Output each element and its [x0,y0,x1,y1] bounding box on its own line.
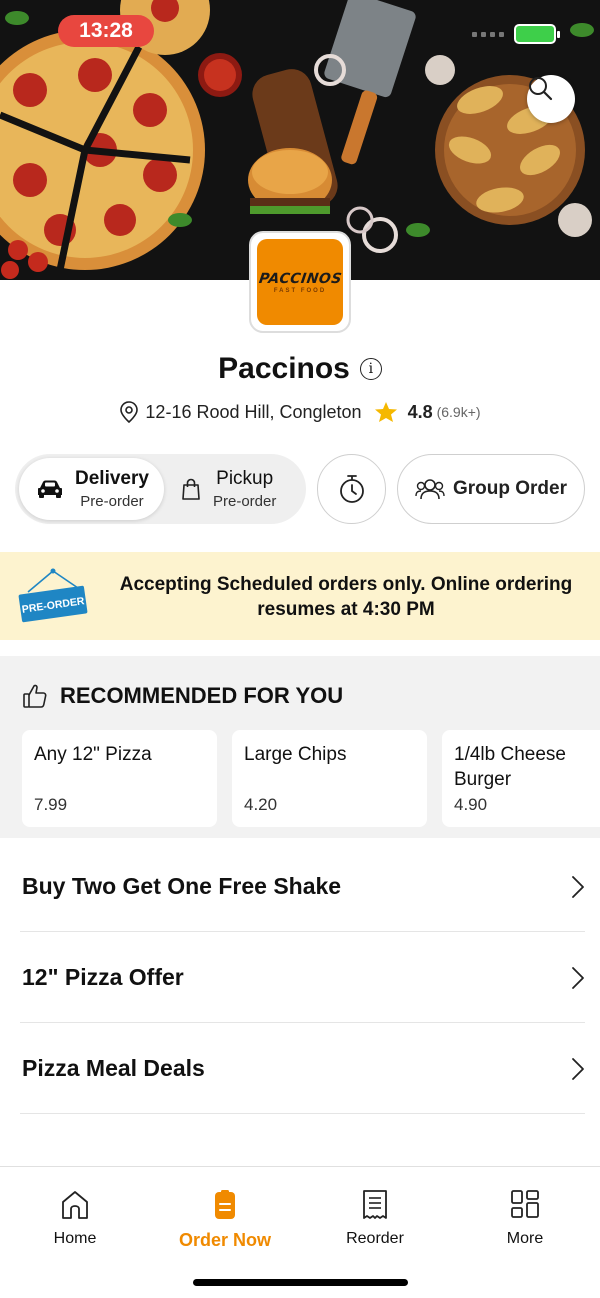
chevron-right-icon [572,875,584,898]
stopwatch-icon [339,475,364,503]
status-indicators [472,24,560,44]
schedule-button[interactable] [317,454,386,524]
nav-order-now-label: Order Now [178,1230,271,1250]
item-price: 7.99 [34,795,68,814]
pickup-sublabel: Pre-order [213,493,277,510]
address-row: 12-16 Rood Hill, Congleton 4.8 (6.9k+) [0,401,600,423]
offer-row[interactable]: Pizza Meal Deals [20,1024,585,1114]
delivery-option[interactable]: Delivery Pre-order [19,458,164,520]
home-icon [62,1191,88,1219]
search-icon [529,77,553,101]
nav-home[interactable]: Home [0,1189,150,1248]
recommended-item[interactable]: Large Chips 4.20 [232,730,427,827]
offer-row[interactable]: 12" Pizza Offer [20,933,585,1023]
item-name: Any 12" Pizza [34,744,152,765]
delivery-sublabel: Pre-order [80,493,144,510]
preorder-banner: PRE-ORDER Accepting Scheduled orders onl… [0,552,600,640]
order-type-toggle: Delivery Pre-order Pickup Pre-order [15,454,306,524]
recommended-header: RECOMMENDED FOR YOU [22,683,343,709]
grid-icon [511,1190,539,1218]
preorder-sign-icon: PRE-ORDER [18,568,88,623]
logo-text: PACCINOS [257,270,343,287]
logo-subtext: FAST FOOD [273,287,327,294]
delivery-label: Delivery [75,468,149,489]
nav-reorder-label: Reorder [346,1230,404,1247]
nav-home-label: Home [53,1230,97,1247]
location-pin-icon [120,401,139,423]
item-name: Large Chips [244,744,347,765]
chevron-right-icon [572,1057,584,1080]
pickup-label: Pickup [216,468,274,489]
nav-more-label: More [506,1230,544,1247]
recommended-section: RECOMMENDED FOR YOU Any 12" Pizza 7.99 L… [0,656,600,838]
offer-row[interactable]: Buy Two Get One Free Shake [20,842,585,932]
thumbs-up-icon [23,684,47,708]
chevron-right-icon [572,966,584,989]
status-time: 13:28 [58,15,154,47]
bag-icon [182,478,200,500]
restaurant-address: 12-16 Rood Hill, Congleton [145,401,362,422]
item-name: 1/4lb Cheese Burger [454,744,566,790]
home-indicator [193,1279,408,1286]
item-price: 4.20 [244,795,278,814]
offer-title: 12" Pizza Offer [22,964,184,990]
rating-count: (6.9k+) [436,404,481,420]
nav-more[interactable]: More [450,1189,600,1248]
recommended-item[interactable]: 1/4lb Cheese Burger 4.90 [442,730,600,827]
receipt-icon [363,1190,387,1219]
search-button[interactable] [527,75,575,123]
offer-title: Buy Two Get One Free Shake [22,873,342,899]
battery-icon [514,24,560,44]
restaurant-header: Paccinos i [0,352,600,386]
rating-value: 4.8 [407,401,433,422]
group-icon [415,479,445,500]
group-order-button[interactable]: Group Order [397,454,585,524]
nav-reorder[interactable]: Reorder [300,1189,450,1248]
banner-message: Accepting Scheduled orders only. Online … [119,574,573,620]
recommended-item[interactable]: Any 12" Pizza 7.99 [22,730,217,827]
star-icon [374,402,397,422]
recommended-title: RECOMMENDED FOR YOU [60,683,344,708]
info-icon[interactable]: i [359,358,382,380]
item-price: 4.90 [454,795,488,814]
restaurant-logo: PACCINOS FAST FOOD [249,231,351,333]
pickup-option[interactable]: Pickup Pre-order [165,458,303,520]
group-order-label: Group Order [452,478,567,499]
nav-order-now[interactable]: Order Now [150,1189,300,1251]
order-icon [215,1190,235,1219]
offer-title: Pizza Meal Deals [22,1055,205,1081]
restaurant-name: Paccinos [218,352,350,385]
car-icon [38,480,62,498]
signal-icon [472,31,504,37]
